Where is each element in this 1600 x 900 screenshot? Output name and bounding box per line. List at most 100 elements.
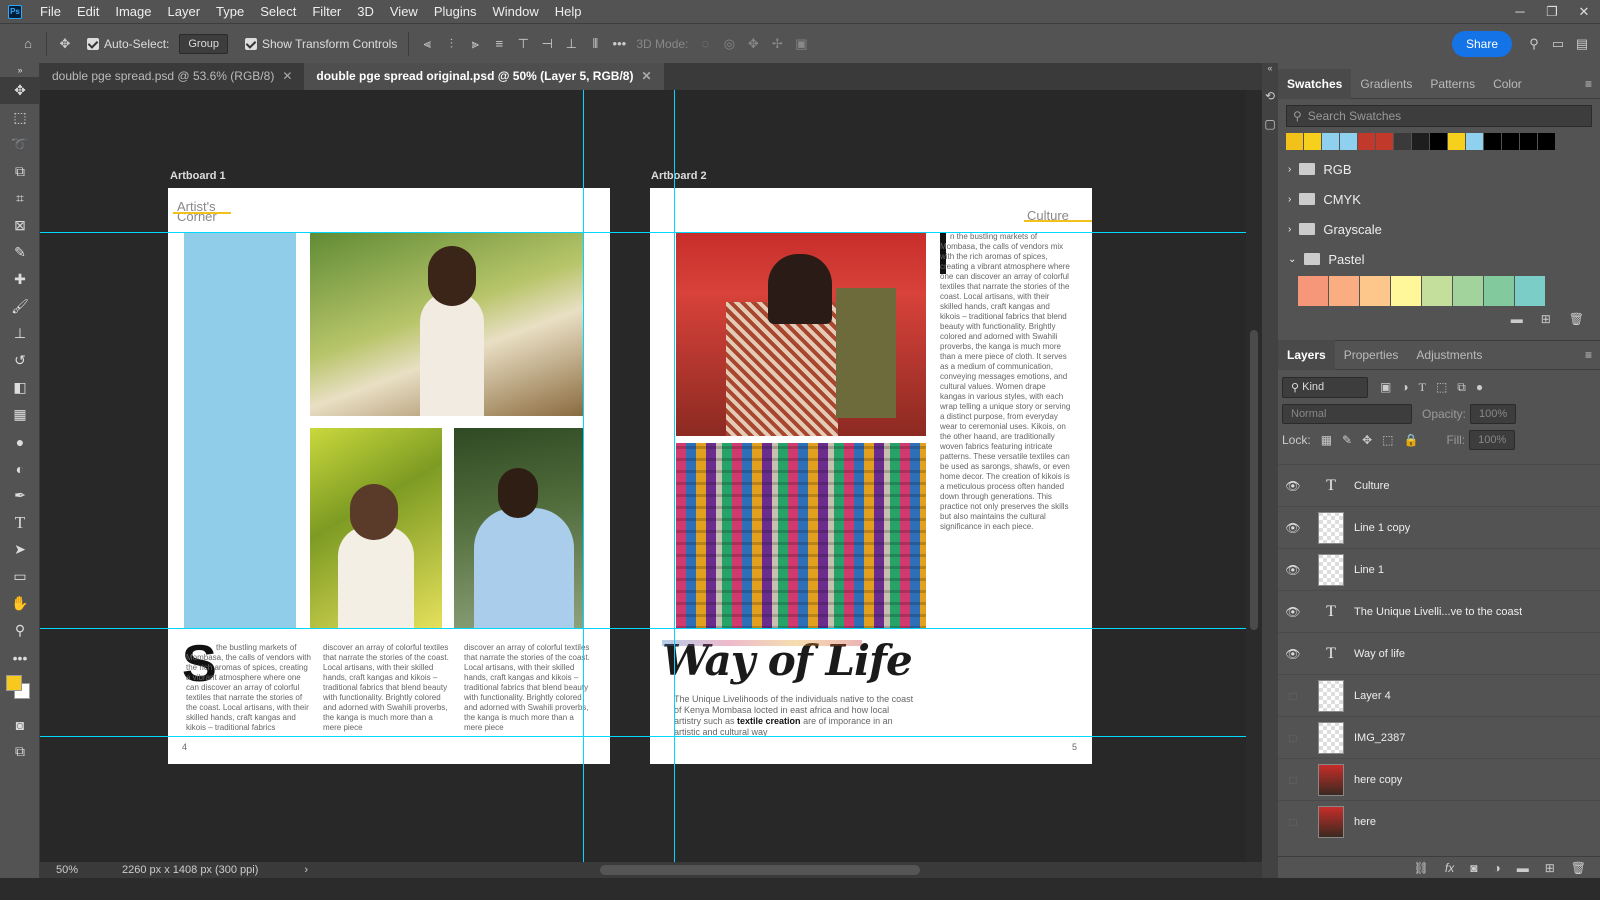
menu-help[interactable]: Help xyxy=(547,0,590,23)
fx-icon[interactable]: fx xyxy=(1445,861,1454,875)
visibility-toggle[interactable]: □ xyxy=(1278,773,1308,787)
stamp-tool[interactable]: ⊥ xyxy=(0,320,40,347)
3d-camera-icon[interactable]: ▣ xyxy=(789,32,813,56)
artboard-1-label[interactable]: Artboard 1 xyxy=(170,170,226,182)
restore-icon[interactable]: ❐ xyxy=(1536,4,1568,20)
healing-tool[interactable]: ✚ xyxy=(0,266,40,293)
swatch-chip[interactable] xyxy=(1484,133,1501,150)
new-swatch-icon[interactable]: ⊞ xyxy=(1541,312,1551,326)
swatch-chip[interactable] xyxy=(1358,133,1375,150)
history-brush-tool[interactable]: ↺ xyxy=(0,347,40,374)
distribute-icon[interactable]: ≡ xyxy=(487,32,511,56)
type-tool[interactable]: T xyxy=(0,509,40,536)
tab-patterns[interactable]: Patterns xyxy=(1421,69,1484,99)
fill-field[interactable]: 100% xyxy=(1469,430,1516,450)
scroll-thumb[interactable] xyxy=(1250,330,1258,630)
workspace-icon[interactable]: ▭ xyxy=(1546,32,1570,56)
expand-icon[interactable]: « xyxy=(1262,63,1278,73)
marquee-tool[interactable]: ⬚ xyxy=(0,104,40,131)
swatch-group-rgb[interactable]: › RGB xyxy=(1278,154,1600,184)
layer-row[interactable]: □ Layer 4 xyxy=(1278,674,1600,716)
opacity-field[interactable]: 100% xyxy=(1470,404,1517,424)
lasso-tool[interactable]: ➰ xyxy=(0,131,40,158)
zoom-level[interactable]: 50% xyxy=(56,864,78,876)
minimize-icon[interactable]: ─ xyxy=(1504,4,1536,20)
swatch-chip[interactable] xyxy=(1520,133,1537,150)
textile-shelf-photo[interactable] xyxy=(676,443,926,629)
move-tool[interactable]: ✥ xyxy=(0,77,40,104)
quick-mask-icon[interactable]: ◙ xyxy=(0,711,40,738)
lock-position-icon[interactable]: ✥ xyxy=(1362,433,1372,447)
tab-properties[interactable]: Properties xyxy=(1335,340,1408,370)
lock-all-icon[interactable]: 🔒 xyxy=(1404,433,1419,447)
swatch-group-pastel[interactable]: ⌄ Pastel xyxy=(1278,244,1600,274)
share-button[interactable]: Share xyxy=(1451,30,1512,57)
visibility-toggle[interactable]: □ xyxy=(1278,731,1308,745)
align-right-icon[interactable]: ⫸ xyxy=(463,32,487,56)
tab-gradients[interactable]: Gradients xyxy=(1351,69,1421,99)
document-tab[interactable]: double pge spread.psd @ 53.6% (RGB/8) ✕ xyxy=(40,63,304,90)
canvas[interactable]: Artboard 1 Artboard 2 Artist's Corner S … xyxy=(40,90,1246,862)
eye-icon[interactable]: 👁 xyxy=(1278,647,1308,661)
align-left-icon[interactable]: ⫷ xyxy=(415,32,439,56)
menu-view[interactable]: View xyxy=(382,0,426,23)
guide-horizontal[interactable] xyxy=(40,232,1246,233)
portrait-photo-3[interactable] xyxy=(454,428,584,628)
mask-icon[interactable]: ◙ xyxy=(1470,861,1477,875)
swatch-search-input[interactable]: ⚲ Search Swatches xyxy=(1286,105,1592,127)
swatch-chip[interactable] xyxy=(1430,133,1447,150)
home-icon[interactable]: ⌂ xyxy=(16,32,40,56)
lock-transparency-icon[interactable]: ▦ xyxy=(1321,433,1332,447)
swatch-chip[interactable] xyxy=(1412,133,1429,150)
artboard-2-label[interactable]: Artboard 2 xyxy=(651,170,707,182)
frame-tool[interactable]: ⊠ xyxy=(0,212,40,239)
artboard-1[interactable]: Artist's Corner S the bustling markets o… xyxy=(168,188,610,764)
new-group-icon[interactable]: ▬ xyxy=(1511,312,1523,326)
menu-type[interactable]: Type xyxy=(208,0,252,23)
eye-icon[interactable]: 👁 xyxy=(1278,563,1308,577)
distribute-vertical-icon[interactable]: ⦀ xyxy=(583,32,607,56)
group-dropdown[interactable]: Group xyxy=(179,33,228,54)
align-middle-icon[interactable]: ⊣ xyxy=(535,32,559,56)
guide-horizontal[interactable] xyxy=(40,736,1246,737)
menu-plugins[interactable]: Plugins xyxy=(426,0,485,23)
eye-icon[interactable]: 👁 xyxy=(1278,605,1308,619)
visibility-toggle[interactable]: □ xyxy=(1278,815,1308,829)
menu-edit[interactable]: Edit xyxy=(69,0,107,23)
comment-icon[interactable]: ▢ xyxy=(1262,117,1278,131)
search-icon[interactable]: ⚲ xyxy=(1522,32,1546,56)
filter-shape-icon[interactable]: ⬚ xyxy=(1436,380,1447,394)
align-center-icon[interactable]: ⫶ xyxy=(439,32,463,56)
vertical-scrollbar[interactable] xyxy=(1246,90,1262,862)
link-icon[interactable]: ⛓ xyxy=(1414,861,1429,875)
gradient-tool[interactable]: ▦ xyxy=(0,401,40,428)
screen-mode-icon[interactable]: ⧉ xyxy=(0,738,40,765)
layer-row[interactable]: □ IMG_2387 xyxy=(1278,716,1600,758)
tab-swatches[interactable]: Swatches xyxy=(1278,68,1352,99)
close-icon[interactable]: ✕ xyxy=(1568,4,1600,20)
dodge-tool[interactable]: ◐ xyxy=(0,455,40,482)
swatch-chip[interactable] xyxy=(1502,133,1519,150)
more-options-icon[interactable]: ••• xyxy=(607,32,631,56)
tuk-tuk-photo[interactable] xyxy=(676,232,926,436)
pastel-swatch-chip[interactable] xyxy=(1422,276,1452,306)
pastel-swatch-chip[interactable] xyxy=(1298,276,1328,306)
collapse-icon[interactable]: » xyxy=(0,63,40,77)
edit-toolbar-icon[interactable]: ••• xyxy=(0,644,40,671)
pastel-swatch-chip[interactable] xyxy=(1329,276,1359,306)
swatch-chip[interactable] xyxy=(1376,133,1393,150)
tab-close-icon[interactable]: ✕ xyxy=(641,69,651,83)
panel-toggle-icon[interactable]: ▤ xyxy=(1570,32,1594,56)
object-select-tool[interactable]: ⧉ xyxy=(0,158,40,185)
document-tab-active[interactable]: double pge spread original.psd @ 50% (La… xyxy=(304,63,664,90)
visibility-toggle[interactable]: □ xyxy=(1278,689,1308,703)
3d-pan-icon[interactable]: ✥ xyxy=(741,32,765,56)
zoom-tool[interactable]: ⚲ xyxy=(0,617,40,644)
crop-tool[interactable]: ⌗ xyxy=(0,185,40,212)
show-transform-checkbox[interactable]: Show Transform Controls xyxy=(244,37,397,51)
artboard-2[interactable]: Culture I n the bustling markets of Momb… xyxy=(650,188,1092,764)
horizontal-scroll-thumb[interactable] xyxy=(600,865,920,875)
3d-orbit-icon[interactable]: ◌ xyxy=(693,32,717,56)
panel-menu-icon[interactable]: ≡ xyxy=(1585,77,1592,91)
pastel-swatch-chip[interactable] xyxy=(1391,276,1421,306)
